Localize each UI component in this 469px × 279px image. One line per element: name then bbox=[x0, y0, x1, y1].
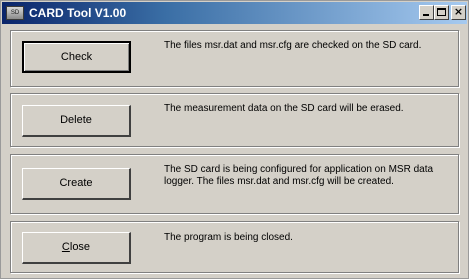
close-window-button[interactable]: × bbox=[451, 5, 466, 20]
close-description: The program is being closed. bbox=[164, 232, 293, 243]
create-panel: Create The SD card is being configured f… bbox=[10, 154, 459, 214]
sd-card-app-icon: SD bbox=[6, 6, 24, 20]
window-title: CARD Tool V1.00 bbox=[29, 6, 127, 20]
close-icon: × bbox=[453, 5, 464, 18]
close-panel: Close The program is being closed. bbox=[10, 221, 459, 273]
close-button-label: lose bbox=[69, 241, 91, 253]
delete-button[interactable]: Delete bbox=[22, 105, 131, 137]
check-button[interactable]: Check bbox=[22, 41, 131, 73]
card-tool-window: SD CARD Tool V1.00 × Check The files msr… bbox=[0, 0, 469, 279]
minimize-icon bbox=[423, 14, 429, 16]
maximize-icon bbox=[437, 8, 446, 16]
maximize-button[interactable] bbox=[434, 5, 449, 20]
create-button[interactable]: Create bbox=[22, 168, 131, 200]
delete-panel: Delete The measurement data on the SD ca… bbox=[10, 93, 459, 147]
title-bar[interactable]: SD CARD Tool V1.00 × bbox=[2, 2, 467, 24]
check-description: The files msr.dat and msr.cfg are checke… bbox=[164, 40, 422, 51]
check-panel: Check The files msr.dat and msr.cfg are … bbox=[10, 30, 459, 87]
close-program-button[interactable]: Close bbox=[22, 232, 131, 264]
close-button-accelerator: C bbox=[61, 241, 70, 253]
create-description: The SD card is being configured for appl… bbox=[164, 164, 434, 187]
minimize-button[interactable] bbox=[419, 5, 434, 20]
delete-description: The measurement data on the SD card will… bbox=[164, 103, 404, 114]
